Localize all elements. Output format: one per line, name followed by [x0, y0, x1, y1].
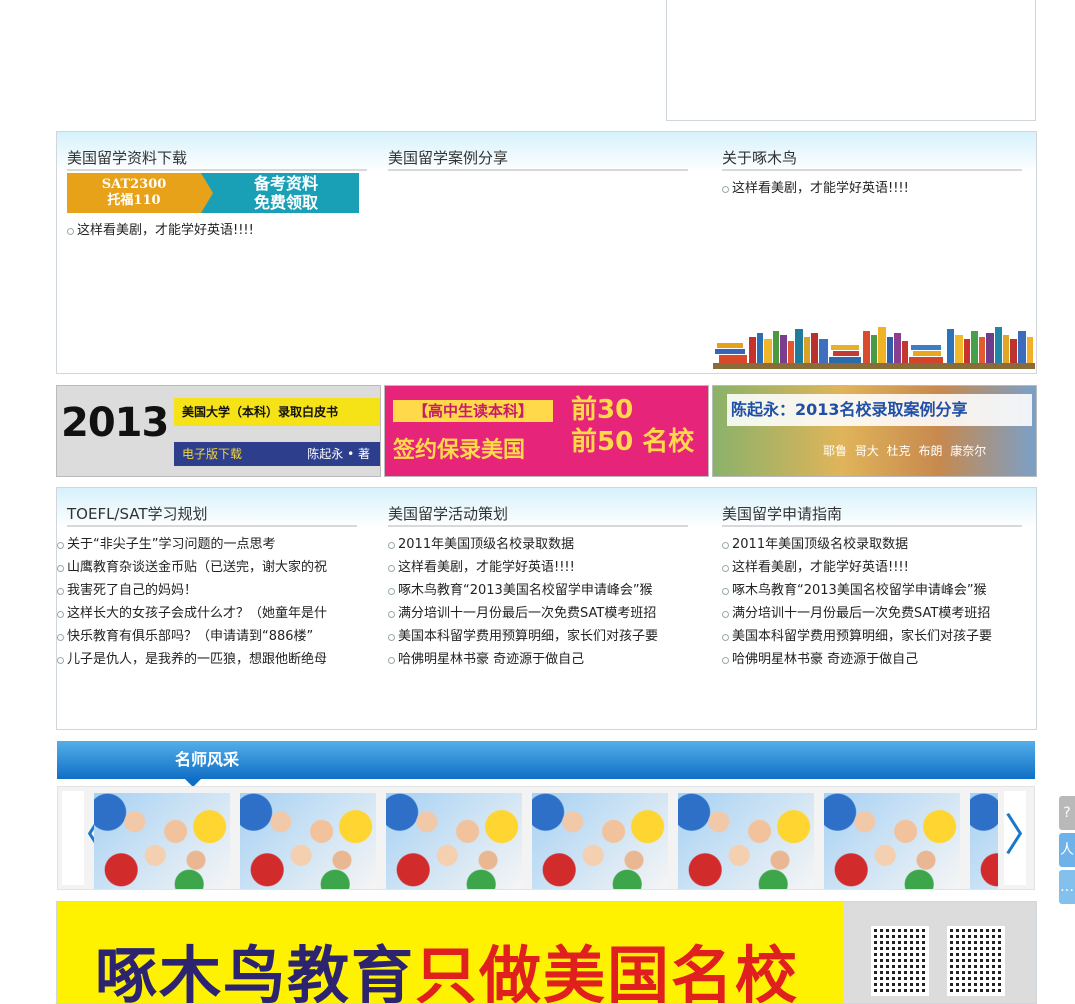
promo-line: SAT2300 — [101, 177, 167, 192]
ad-placeholder — [666, 0, 1036, 121]
article-list: 这样看美剧，才能学好英语!!!! — [722, 177, 1022, 200]
list-item[interactable]: 美国本科留学费用预算明细，家长们对孩子要 — [722, 625, 1022, 648]
banner-tag: 【高中生读本科】 — [393, 400, 553, 422]
article-list: 这样看美剧，才能学好英语!!!! — [67, 219, 367, 242]
list-item[interactable]: 这样看美剧，才能学好英语!!!! — [67, 219, 367, 242]
promo-banner-row: 2013 美国大学（本科）录取白皮书 电子版下载 陈起永 • 著 【高中生读本科… — [56, 385, 1037, 477]
column-application-guide: 美国留学申请指南 2011年美国顶级名校录取数据 这样看美剧，才能学好英语!!!… — [722, 504, 1022, 671]
teacher-photo[interactable] — [94, 793, 230, 889]
brand-tagline: 只做美国名校 — [415, 939, 800, 1004]
banner-subtitle: 美国大学（本科）录取白皮书 — [174, 398, 380, 426]
column-cases: 美国留学案例分享 — [388, 148, 688, 171]
banner-school-names: 耶鲁 哥大 杜克 布朗 康奈尔 — [823, 444, 987, 458]
list-item[interactable]: 这样看美剧，才能学好英语!!!! — [722, 177, 1022, 200]
brand-slogan: 啄木鸟教育只做美国名校 — [95, 936, 800, 1004]
teacher-photo[interactable] — [532, 793, 668, 889]
promo-arrow-shape — [201, 173, 213, 213]
list-item[interactable]: 哈佛明星林书豪 奇迹源于做自己 — [388, 648, 688, 671]
teachers-title[interactable]: 名师风采 — [175, 741, 239, 779]
list-item[interactable]: 这样看美剧，才能学好英语!!!! — [722, 556, 1022, 579]
column-title[interactable]: 美国留学申请指南 — [722, 504, 1022, 527]
carousel-track — [94, 793, 998, 889]
banner-year: 2013 — [61, 400, 169, 446]
brand-banner[interactable]: 啄木鸟教育只做美国名校 — [56, 901, 1037, 1004]
list-item[interactable]: 哈佛明星林书豪 奇迹源于做自己 — [722, 648, 1022, 671]
column-title[interactable]: 美国留学资料下载 — [67, 148, 367, 171]
list-item[interactable]: 满分培训十一月份最后一次免费SAT模考班招 — [388, 602, 688, 625]
back-to-top-icon[interactable]: ? — [1059, 796, 1075, 830]
teacher-photo[interactable] — [386, 793, 522, 889]
list-item[interactable]: 山鹰教育杂谈送金币贴（已送完，谢大家的祝 — [57, 556, 357, 579]
whitepaper-banner[interactable]: 2013 美国大学（本科）录取白皮书 电子版下载 陈起永 • 著 — [56, 385, 381, 477]
column-downloads: 美国留学资料下载 SAT2300 托福110 备考资料 免费领取 这样看美剧，才… — [67, 148, 367, 242]
info-panel-1: 美国留学资料下载 SAT2300 托福110 备考资料 免费领取 这样看美剧，才… — [56, 131, 1037, 374]
column-title[interactable]: 关于啄木鸟 — [722, 148, 1022, 171]
article-list: 2011年美国顶级名校录取数据 这样看美剧，才能学好英语!!!! 啄木鸟教育“2… — [388, 533, 688, 671]
page: 美国留学资料下载 SAT2300 托福110 备考资料 免费领取 这样看美剧，才… — [0, 0, 1075, 1004]
article-list: 关于“非尖子生”学习问题的一点思考 山鹰教育杂谈送金币贴（已送完，谢大家的祝 我… — [57, 533, 357, 671]
list-item[interactable]: 2011年美国顶级名校录取数据 — [388, 533, 688, 556]
cases-banner[interactable]: 陈起永：2013名校录取案例分享 耶鲁 哥大 杜克 布朗 康奈尔 — [712, 385, 1037, 477]
list-item[interactable]: 啄木鸟教育“2013美国名校留学申请峰会”猴 — [388, 579, 688, 602]
list-item[interactable]: 满分培训十一月份最后一次免费SAT模考班招 — [722, 602, 1022, 625]
teacher-photo[interactable] — [970, 793, 998, 889]
info-panel-2: TOEFL/SAT学习规划 关于“非尖子生”学习问题的一点思考 山鹰教育杂谈送金… — [56, 487, 1037, 730]
banner-main: 签约保录美国 — [393, 438, 526, 463]
banner-top30: 前30 — [571, 395, 634, 425]
column-study-plan: TOEFL/SAT学习规划 关于“非尖子生”学习问题的一点思考 山鹰教育杂谈送金… — [57, 504, 357, 671]
column-title[interactable]: TOEFL/SAT学习规划 — [67, 504, 357, 527]
books-illustration — [713, 327, 1035, 369]
user-icon[interactable]: 人 — [1059, 833, 1075, 867]
list-item[interactable]: 快乐教育有俱乐部吗？（申请请到“886楼” — [57, 625, 357, 648]
qr-code-area — [843, 902, 1036, 1003]
download-label: 电子版下载 — [182, 447, 243, 461]
teacher-carousel: 〈 〉 — [57, 786, 1048, 890]
qr-code-icon — [871, 926, 929, 996]
guarantee-banner[interactable]: 【高中生读本科】 签约保录美国 前30 前50 名校 — [384, 385, 709, 477]
banner-top50: 前50 名校 — [571, 427, 695, 457]
teachers-header-bar: 名师风采 — [57, 741, 1035, 787]
side-toolbar: ? 人 … — [1059, 796, 1075, 907]
list-item[interactable]: 这样看美剧，才能学好英语!!!! — [388, 556, 688, 579]
banner-download: 电子版下载 陈起永 • 著 — [174, 442, 380, 466]
banner-author: 陈起永 • 著 — [307, 447, 370, 461]
list-item[interactable]: 美国本科留学费用预算明细，家长们对孩子要 — [388, 625, 688, 648]
promo-line: 备考资料 — [253, 174, 318, 193]
column-title[interactable]: 美国留学活动策划 — [388, 504, 688, 527]
list-item[interactable]: 关于“非尖子生”学习问题的一点思考 — [57, 533, 357, 556]
carousel-prev-button[interactable]: 〈 — [62, 791, 106, 885]
carousel-next-button[interactable]: 〉 — [1004, 791, 1048, 885]
list-item[interactable]: 啄木鸟教育“2013美国名校留学申请峰会”猴 — [722, 579, 1022, 602]
list-item[interactable]: 我害死了自己的妈妈！ — [57, 579, 357, 602]
qr-code-icon — [947, 926, 1005, 996]
promo-left: SAT2300 托福110 — [67, 173, 201, 213]
column-activities: 美国留学活动策划 2011年美国顶级名校录取数据 这样看美剧，才能学好英语!!!… — [388, 504, 688, 671]
list-item[interactable]: 2011年美国顶级名校录取数据 — [722, 533, 1022, 556]
teacher-photo[interactable] — [824, 793, 960, 889]
promo-line: 托福110 — [107, 193, 161, 208]
brand-name: 啄木鸟教育 — [95, 939, 416, 1004]
teacher-photo[interactable] — [678, 793, 814, 889]
column-title[interactable]: 美国留学案例分享 — [388, 148, 688, 171]
list-item[interactable]: 这样长大的女孩子会成什么才？（她童年是什 — [57, 602, 357, 625]
promo-line: 免费领取 — [253, 193, 318, 212]
teacher-photo[interactable] — [240, 793, 376, 889]
promo-banner[interactable]: SAT2300 托福110 备考资料 免费领取 — [67, 173, 359, 213]
chat-icon[interactable]: … — [1059, 870, 1075, 904]
list-item[interactable]: 儿子是仇人，是我养的一匹狼，想跟他断绝母 — [57, 648, 357, 671]
article-list: 2011年美国顶级名校录取数据 这样看美剧，才能学好英语!!!! 啄木鸟教育“2… — [722, 533, 1022, 671]
banner-title: 陈起永：2013名校录取案例分享 — [727, 394, 1032, 426]
promo-right: 备考资料 免费领取 — [213, 173, 359, 213]
column-about: 关于啄木鸟 这样看美剧，才能学好英语!!!! — [722, 148, 1022, 200]
